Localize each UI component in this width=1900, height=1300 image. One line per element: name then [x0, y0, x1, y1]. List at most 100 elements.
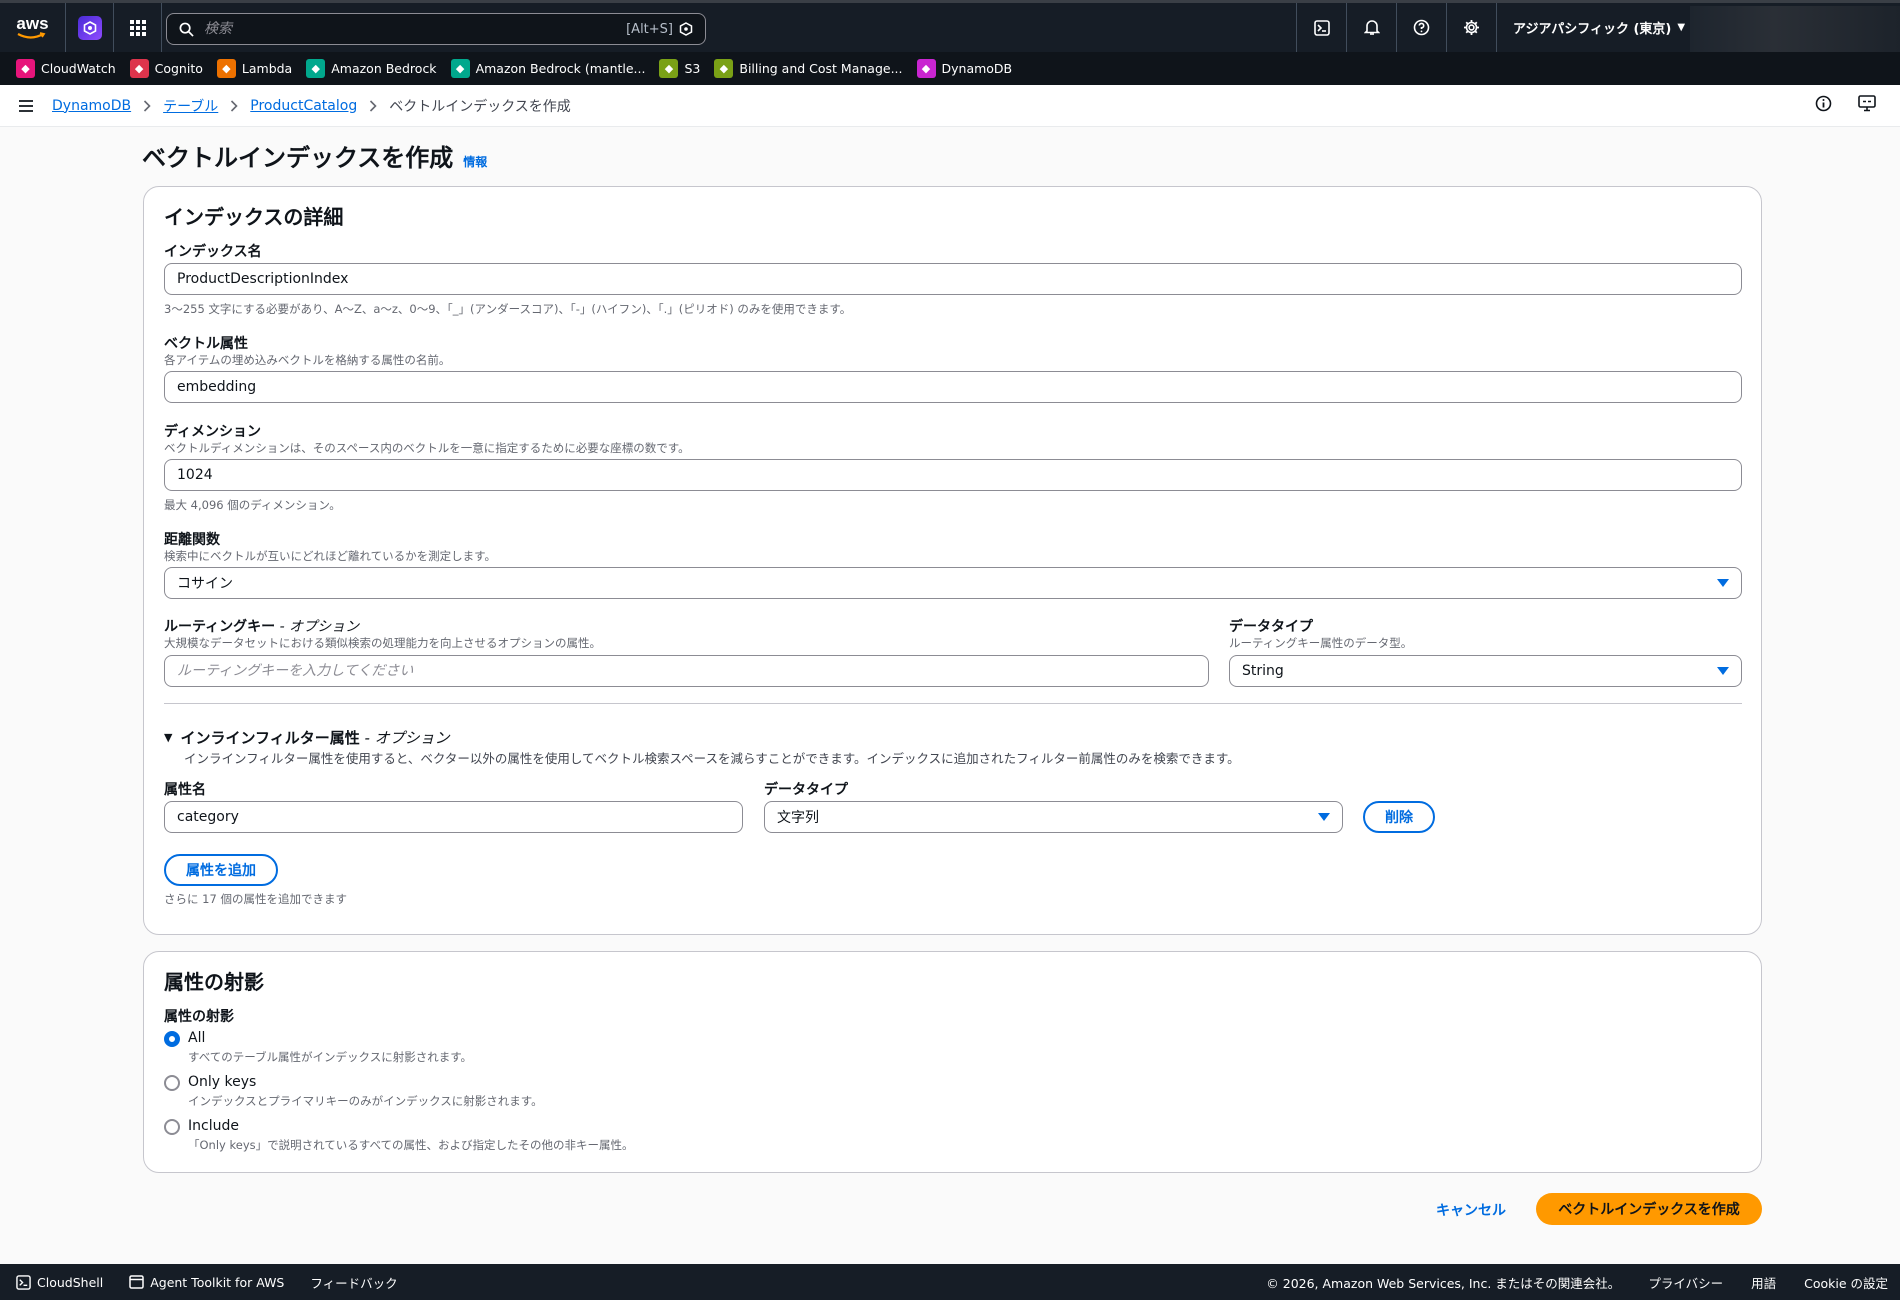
favorite-amazon-bedrock[interactable]: ◆ Amazon Bedrock — [306, 59, 437, 78]
add-attribute-button[interactable]: 属性を追加 — [164, 854, 278, 886]
region-selector[interactable]: アジアパシフィック (東京) ▼ — [1496, 3, 1701, 52]
create-vector-index-button[interactable]: ベクトルインデックスを作成 — [1536, 1193, 1762, 1225]
radio-button[interactable] — [164, 1119, 180, 1135]
dimension-field[interactable] — [164, 459, 1742, 491]
radio-all[interactable]: All すべてのテーブル属性がインデックスに射影されます。 — [164, 1030, 472, 1065]
chevron-right-icon — [370, 99, 377, 112]
vector-attribute-label: ベクトル属性 — [164, 336, 248, 352]
footer-cookie-link[interactable]: Cookie の設定 — [1804, 1273, 1888, 1292]
vector-attribute-field[interactable] — [164, 371, 1742, 403]
routing-key-desc: 大規模なデータセットにおける類似検索の処理能力を向上させるオプションの属性。 — [164, 636, 601, 650]
favorite-cognito[interactable]: ◆ Cognito — [129, 59, 203, 78]
favorite-label: Lambda — [241, 61, 293, 76]
index-name-field[interactable] — [164, 263, 1742, 295]
distance-function-label: 距離関数 — [164, 532, 220, 548]
filter-data-type-select[interactable]: 文字列 — [764, 801, 1343, 833]
routing-key-optional: - オプション — [275, 619, 360, 635]
info-link[interactable]: 情報 — [463, 153, 487, 170]
radio-only-keys[interactable]: Only keys インデックスとプライマリキーのみがインデックスに射影されます。 — [164, 1074, 543, 1109]
footer-terms-link[interactable]: 用語 — [1751, 1273, 1776, 1292]
feedback-monitor-icon[interactable] — [1858, 95, 1876, 112]
remaining-attributes-hint: さらに 17 個の属性を追加できます — [164, 892, 347, 906]
chevron-right-icon — [144, 99, 151, 112]
breadcrumb-dynamodb[interactable]: DynamoDB — [52, 98, 131, 114]
favorites-bar: ◆ CloudWatch ◆ Cognito ◆ Lambda ◆ Amazon Bedroc… — [0, 52, 1900, 85]
routing-key-label: ルーティングキー - オプション — [164, 616, 359, 636]
service-icon: ◆ — [714, 59, 734, 78]
amazon-q-search-icon[interactable] — [679, 22, 693, 36]
vector-attribute-input[interactable] — [177, 379, 1729, 395]
radio-button[interactable] — [164, 1075, 180, 1091]
amazon-q-icon[interactable] — [66, 3, 114, 52]
favorite-cloudwatch[interactable]: ◆ CloudWatch — [16, 59, 116, 78]
favorite-label: DynamoDB — [941, 61, 1013, 76]
favorite-label: Amazon Bedrock (mantle... — [475, 61, 646, 76]
service-icon: ◆ — [129, 59, 149, 78]
favorite-amazon-bedrock-mantle[interactable]: ◆ Amazon Bedrock (mantle... — [450, 59, 646, 78]
dimension-hint: 最大 4,096 個のディメンション。 — [164, 498, 341, 512]
remove-attribute-button[interactable]: 削除 — [1363, 801, 1435, 833]
info-circle-icon[interactable] — [1815, 95, 1832, 112]
page-title-row: ベクトルインデックスを作成 情報 — [142, 138, 487, 173]
routing-data-type-desc: ルーティングキー属性のデータ型。 — [1229, 636, 1413, 650]
cloudshell-icon[interactable] — [1296, 3, 1346, 52]
footer: CloudShell Agent Toolkit for AWS フィードバック… — [0, 1264, 1900, 1300]
inline-filter-toggle[interactable]: ▼ インラインフィルター属性 - オプション — [164, 727, 450, 748]
favorite-s3[interactable]: ◆ S3 — [659, 59, 700, 78]
distance-function-value: コサイン — [177, 576, 233, 592]
account-menu[interactable] — [1690, 6, 1900, 52]
favorite-lambda[interactable]: ◆ Lambda — [216, 59, 293, 78]
footer-cloudshell-label: CloudShell — [37, 1274, 104, 1290]
footer-copyright: © 2026, Amazon Web Services, Inc. またはその関… — [1266, 1275, 1621, 1291]
favorite-label: Cognito — [154, 61, 203, 76]
breadcrumb: DynamoDB テーブル ProductCatalog ベクトルインデックスを… — [52, 96, 571, 116]
radio-include-desc: 「Only keys」で説明されているすべての属性、および指定したその他の非キー… — [188, 1138, 634, 1152]
radio-only-keys-label: Only keys — [188, 1074, 257, 1090]
dimension-label: ディメンション — [164, 424, 262, 440]
menu-hamburger-icon[interactable] — [0, 99, 52, 112]
search-input[interactable] — [204, 21, 627, 37]
attribute-name-field[interactable] — [164, 801, 743, 833]
index-name-label: インデックス名 — [164, 244, 262, 260]
inline-filter-desc: インラインフィルター属性を使用すると、ベクター以外の属性を使用してベクトル検索ス… — [184, 751, 1240, 766]
favorite-billing-and-cost-manage[interactable]: ◆ Billing and Cost Manage... — [714, 59, 903, 78]
service-icon: ◆ — [16, 59, 35, 78]
attribute-projection-label: 属性の射影 — [164, 1009, 234, 1025]
service-icon: ◆ — [659, 59, 679, 78]
breadcrumb-tables[interactable]: テーブル — [163, 96, 218, 116]
footer-agent-toolkit-label: Agent Toolkit for AWS — [150, 1274, 285, 1290]
footer-privacy-link[interactable]: プライバシー — [1648, 1273, 1723, 1292]
index-name-input[interactable] — [177, 271, 1729, 287]
aws-logo[interactable]: aws — [0, 3, 66, 52]
favorite-label: Billing and Cost Manage... — [739, 61, 903, 76]
footer-agent-toolkit[interactable]: Agent Toolkit for AWS — [129, 1275, 284, 1290]
help-icon[interactable] — [1396, 3, 1446, 52]
favorite-label: CloudWatch — [41, 61, 116, 76]
cloudshell-icon — [16, 1274, 31, 1290]
radio-button-selected[interactable] — [164, 1031, 180, 1047]
aws-logo-text: aws — [16, 14, 49, 33]
global-search[interactable]: [Alt+S] — [166, 13, 706, 45]
distance-function-select[interactable]: コサイン — [164, 567, 1742, 599]
footer-cloudshell[interactable]: CloudShell — [16, 1275, 103, 1290]
settings-gear-icon[interactable] — [1446, 3, 1496, 52]
routing-key-field[interactable] — [164, 655, 1209, 687]
index-details-panel: インデックスの詳細 インデックス名 3〜255 文字にする必要があり、A〜Z、a… — [143, 186, 1762, 935]
routing-data-type-select[interactable]: String — [1229, 655, 1742, 687]
dimension-input[interactable] — [177, 467, 1729, 483]
filter-data-type-value: 文字列 — [777, 810, 819, 826]
services-grid-icon[interactable] — [114, 3, 162, 52]
routing-data-type-label: データタイプ — [1229, 619, 1313, 635]
favorite-dynamodb[interactable]: ◆ DynamoDB — [916, 59, 1013, 78]
cancel-button[interactable]: キャンセル — [1436, 1200, 1506, 1220]
breadcrumb-current: ベクトルインデックスを作成 — [389, 98, 571, 115]
notifications-bell-icon[interactable] — [1346, 3, 1396, 52]
attribute-name-input[interactable] — [177, 809, 730, 825]
radio-include[interactable]: Include 「Only keys」で説明されているすべての属性、および指定した… — [164, 1118, 634, 1153]
routing-key-input[interactable] — [177, 663, 1196, 679]
footer-feedback[interactable]: フィードバック — [310, 1273, 397, 1292]
index-details-heading: インデックスの詳細 — [164, 205, 344, 229]
radio-include-label: Include — [188, 1118, 239, 1134]
breadcrumb-productcatalog[interactable]: ProductCatalog — [250, 98, 357, 114]
attribute-projection-heading: 属性の射影 — [164, 970, 264, 994]
